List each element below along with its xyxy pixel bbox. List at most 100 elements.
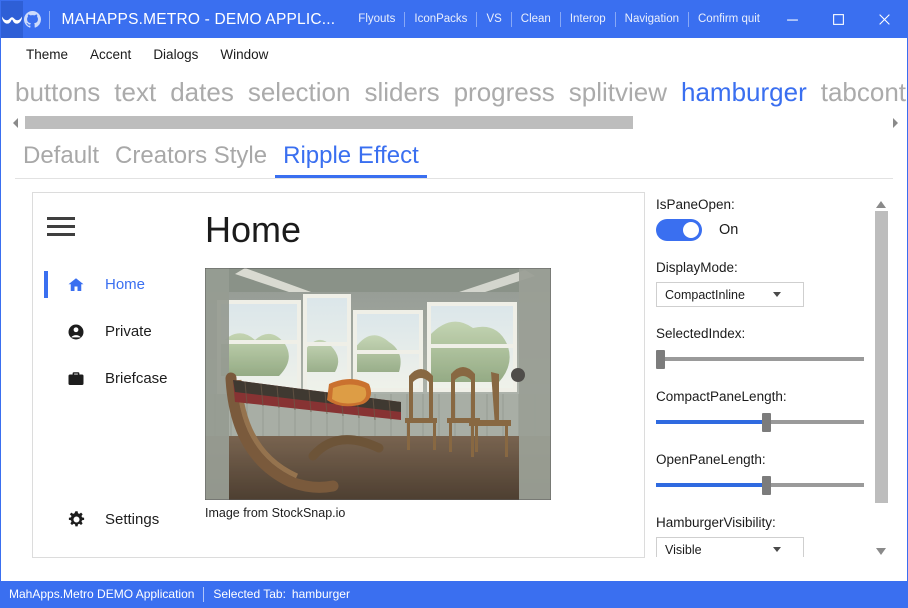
titlebar-item-flyouts[interactable]: Flyouts bbox=[349, 1, 404, 38]
window-title: MAHAPPS.METRO - DEMO APPLIC... bbox=[61, 10, 336, 28]
status-selected-tab-value: hamburger bbox=[291, 587, 350, 601]
chevron-down-icon bbox=[773, 290, 797, 299]
hamburger-menu-icon bbox=[47, 232, 75, 236]
menu-bar: Theme Accent Dialogs Window bbox=[1, 38, 907, 71]
chevron-down-icon bbox=[876, 547, 886, 555]
compact-pane-length-slider[interactable] bbox=[656, 411, 864, 433]
selection-indicator bbox=[44, 271, 48, 298]
setting-hamburger-visibility: HamburgerVisibility: Visible bbox=[656, 515, 871, 557]
setting-label: CompactPaneLength: bbox=[656, 389, 787, 404]
display-mode-dropdown[interactable]: CompactInline bbox=[656, 282, 804, 307]
titlebar-item-clean[interactable]: Clean bbox=[512, 1, 560, 38]
maximize-button[interactable] bbox=[815, 1, 861, 38]
slider-thumb[interactable] bbox=[656, 350, 665, 369]
hamburger-pane: Home Private Briefcase Settings bbox=[33, 193, 197, 557]
tab-dates[interactable]: dates bbox=[163, 77, 241, 108]
setting-label: DisplayMode: bbox=[656, 260, 738, 275]
titlebar-item-vs[interactable]: VS bbox=[477, 1, 510, 38]
slider-fill bbox=[656, 420, 766, 424]
setting-label: HamburgerVisibility: bbox=[656, 515, 776, 530]
vscroll-thumb[interactable] bbox=[874, 211, 888, 503]
tab-buttons[interactable]: buttons bbox=[1, 77, 107, 108]
pane-item-label: Home bbox=[105, 276, 146, 293]
status-selected-tab-label: Selected Tab: bbox=[213, 587, 286, 601]
github-icon bbox=[24, 11, 42, 28]
titlebar-item-iconpacks[interactable]: IconPacks bbox=[405, 1, 476, 38]
hamburger-menu-icon bbox=[47, 216, 75, 220]
hamburger-content-area: Home Image from StockSnap.io bbox=[197, 193, 644, 557]
close-button[interactable] bbox=[861, 1, 907, 38]
slider-thumb[interactable] bbox=[762, 476, 771, 495]
setting-open-pane-length: OpenPaneLength: bbox=[656, 452, 871, 496]
chevron-right-icon bbox=[892, 117, 898, 128]
setting-label: SelectedIndex: bbox=[656, 326, 746, 341]
pane-item-list: Home Private Briefcase bbox=[33, 261, 197, 402]
pane-item-briefcase[interactable]: Briefcase bbox=[33, 355, 197, 402]
subtab-default[interactable]: Default bbox=[15, 142, 107, 178]
menu-item-dialogs[interactable]: Dialogs bbox=[142, 47, 209, 62]
setting-label: OpenPaneLength: bbox=[656, 452, 766, 467]
hamburger-toggle-button[interactable] bbox=[47, 203, 95, 249]
tab-text[interactable]: text bbox=[107, 77, 163, 108]
menu-item-theme[interactable]: Theme bbox=[15, 47, 79, 62]
subtab-ripple-effect[interactable]: Ripple Effect bbox=[275, 142, 427, 178]
github-button[interactable] bbox=[23, 1, 43, 38]
is-pane-open-toggle[interactable] bbox=[656, 219, 702, 241]
titlebar-item-confirm-quit[interactable]: Confirm quit bbox=[689, 1, 769, 38]
title-bar: MAHAPPS.METRO - DEMO APPLIC... Flyouts I… bbox=[1, 1, 907, 38]
setting-is-pane-open: IsPaneOpen: On bbox=[656, 197, 871, 241]
vscroll-track[interactable] bbox=[874, 211, 888, 544]
dropdown-value: CompactInline bbox=[665, 287, 745, 302]
scroll-right-button[interactable] bbox=[889, 115, 901, 130]
tab-hamburger[interactable]: hamburger bbox=[674, 77, 814, 108]
hamburger-visibility-dropdown[interactable]: Visible bbox=[656, 537, 804, 557]
toggle-knob bbox=[683, 222, 699, 238]
minimize-button[interactable] bbox=[769, 1, 815, 38]
account-circle-icon bbox=[64, 323, 88, 341]
settings-vertical-scrollbar[interactable] bbox=[873, 197, 889, 558]
status-separator bbox=[203, 586, 205, 602]
pane-item-settings[interactable]: Settings bbox=[33, 496, 197, 543]
toggle-row: On bbox=[656, 219, 871, 241]
tab-progress[interactable]: progress bbox=[447, 77, 562, 108]
maximize-icon bbox=[832, 14, 844, 25]
hscroll-track[interactable] bbox=[21, 116, 889, 129]
setting-compact-pane-length: CompactPaneLength: bbox=[656, 389, 871, 433]
menu-item-accent[interactable]: Accent bbox=[79, 47, 142, 62]
selected-index-slider[interactable] bbox=[656, 348, 864, 370]
pane-item-home[interactable]: Home bbox=[33, 261, 197, 308]
close-icon bbox=[878, 14, 890, 25]
tabstrip-horizontal-scrollbar[interactable] bbox=[9, 115, 901, 130]
scroll-left-button[interactable] bbox=[9, 115, 21, 130]
photo-illustration bbox=[205, 268, 551, 501]
pane-bottom-list: Settings bbox=[33, 496, 197, 543]
scroll-down-button[interactable] bbox=[873, 544, 889, 558]
chevron-up-icon bbox=[876, 200, 886, 208]
app-logo bbox=[1, 1, 23, 38]
menu-item-window[interactable]: Window bbox=[209, 47, 279, 62]
tab-splitview[interactable]: splitview bbox=[562, 77, 674, 108]
subtab-creators-style[interactable]: Creators Style bbox=[107, 142, 275, 178]
pane-item-private[interactable]: Private bbox=[33, 308, 197, 355]
slider-fill bbox=[656, 483, 766, 487]
titlebar-item-interop[interactable]: Interop bbox=[561, 1, 615, 38]
subtabs-divider bbox=[15, 178, 893, 179]
titlebar-separator bbox=[48, 10, 50, 29]
hamburger-menu-card: Home Private Briefcase Settings Home Ima… bbox=[32, 192, 645, 558]
hscroll-thumb[interactable] bbox=[25, 116, 633, 129]
photo-caption: Image from StockSnap.io bbox=[205, 506, 346, 521]
slider-thumb[interactable] bbox=[762, 413, 771, 432]
chevron-left-icon bbox=[12, 117, 18, 128]
gear-icon bbox=[64, 510, 88, 529]
toggle-state-label: On bbox=[719, 222, 739, 238]
tab-tabcontrol[interactable]: tabcont bbox=[814, 77, 907, 108]
setting-display-mode: DisplayMode: CompactInline bbox=[656, 260, 871, 307]
titlebar-menu: Flyouts IconPacks VS Clean Interop Navig… bbox=[349, 1, 769, 38]
scroll-up-button[interactable] bbox=[873, 197, 889, 211]
tab-selection[interactable]: selection bbox=[241, 77, 358, 108]
titlebar-item-navigation[interactable]: Navigation bbox=[616, 1, 688, 38]
pane-item-label: Private bbox=[105, 323, 152, 340]
tab-sliders[interactable]: sliders bbox=[357, 77, 446, 108]
open-pane-length-slider[interactable] bbox=[656, 474, 864, 496]
content-photo-wrapper bbox=[205, 268, 644, 501]
